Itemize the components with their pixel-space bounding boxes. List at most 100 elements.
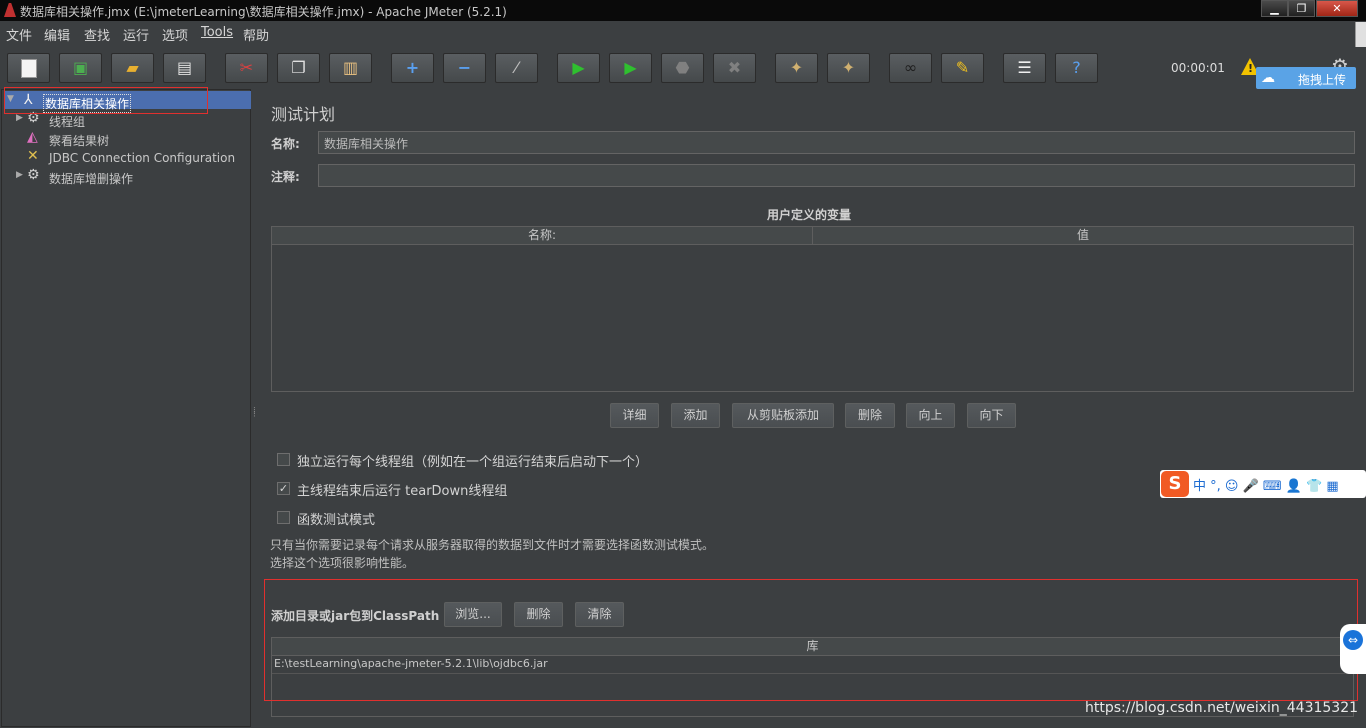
column-header-name[interactable]: 名称: <box>272 227 813 245</box>
start-no-pause-icon: ▶ <box>624 58 637 77</box>
cut-button[interactable]: ✂ <box>225 53 268 83</box>
templates-icon: ▣ <box>72 58 89 77</box>
gear-icon: ⚙ <box>27 167 40 183</box>
save-icon: ▤ <box>176 58 193 77</box>
toolbar: ▣ ▰ ▤ ✂ ❐ ▥ + − ⁄ ▶ ▶ ⬣ ✖ ✦ ✦ ∞ ✎ ☰ ? 00… <box>0 47 1366 89</box>
copy-button[interactable]: ❐ <box>277 53 320 83</box>
toggle-button[interactable]: ⁄ <box>495 53 538 83</box>
copy-icon: ❐ <box>291 58 306 77</box>
run-groups-consecutively-label: 独立运行每个线程组（例如在一个组运行结束后启动下一个） <box>297 455 649 470</box>
expand-button[interactable]: + <box>391 53 434 83</box>
run-groups-consecutively-checkbox[interactable] <box>277 453 290 466</box>
menu-tools[interactable]: Tools <box>201 25 233 40</box>
test-plan-tree: ▼ ⅄ 数据库相关操作 ▶ ⚙ 线程组 ◭ 察看结果树 ✕ JDBC Conne… <box>1 89 251 727</box>
menu-options[interactable]: 选项 <box>162 25 188 44</box>
chevron-right-icon[interactable]: ▶ <box>16 113 23 123</box>
highlight-box <box>4 87 208 114</box>
column-header-value[interactable]: 值 <box>813 227 1353 245</box>
add-button[interactable]: 添加 <box>671 403 720 428</box>
minimize-button[interactable]: ▁ <box>1261 0 1288 17</box>
window-title: 数据库相关操作.jmx (E:\jmeterLearning\数据库相关操作.j… <box>20 5 507 19</box>
tree-node-label: 察看结果树 <box>49 134 110 148</box>
comment-field[interactable] <box>318 164 1355 187</box>
tree-node-label: 数据库增删操作 <box>49 172 134 186</box>
move-down-button[interactable]: 向下 <box>967 403 1016 428</box>
menu-file[interactable]: 文件 <box>6 25 32 44</box>
upload-label: 拖拽上传 <box>1298 73 1347 87</box>
collapse-icon: − <box>457 58 472 77</box>
templates-button[interactable]: ▣ <box>59 53 102 83</box>
tree-node-jdbc-config[interactable]: ✕ JDBC Connection Configuration <box>16 148 236 167</box>
help-icon: ? <box>1072 58 1081 77</box>
toggle-icon: ⁄ <box>515 58 518 77</box>
teamviewer-tab[interactable]: ⇔ <box>1340 624 1366 674</box>
chart-icon: ◭ <box>27 129 38 145</box>
highlight-box <box>264 579 1358 701</box>
function-helper-button[interactable]: ☰ <box>1003 53 1046 83</box>
paste-button[interactable]: ▥ <box>329 53 372 83</box>
collapse-button[interactable]: − <box>443 53 486 83</box>
ime-items[interactable]: 中 °, ☺ 🎤 ⌨ 👤 👕 ▦ <box>1193 475 1339 494</box>
tools-icon: ✕ <box>27 148 39 164</box>
name-label: 名称: <box>271 137 300 151</box>
new-button[interactable] <box>7 53 50 83</box>
menu-help[interactable]: 帮助 <box>243 25 269 44</box>
cloud-icon: ☁ <box>1261 70 1275 86</box>
close-button[interactable]: ✕ <box>1316 0 1358 17</box>
stop-button[interactable]: ⬣ <box>661 53 704 83</box>
chevron-right-icon[interactable]: ▶ <box>16 170 23 180</box>
search-icon: ∞ <box>903 58 918 77</box>
reset-search-button[interactable]: ✎ <box>941 53 984 83</box>
title-bar: 数据库相关操作.jmx (E:\jmeterLearning\数据库相关操作.j… <box>0 0 1366 21</box>
start-icon: ▶ <box>572 58 585 77</box>
clear-button[interactable]: ✦ <box>775 53 818 83</box>
page-title: 测试计划 <box>271 105 336 124</box>
functional-mode-checkbox[interactable] <box>277 511 290 524</box>
clear-all-button[interactable]: ✦ <box>827 53 870 83</box>
tree-node-label: JDBC Connection Configuration <box>49 151 236 165</box>
add-from-clipboard-button[interactable]: 从剪贴板添加 <box>732 403 834 428</box>
tree-node-db-crud[interactable]: ▶ ⚙ 数据库增删操作 <box>16 167 236 186</box>
teamviewer-icon: ⇔ <box>1343 630 1363 650</box>
move-up-button[interactable]: 向上 <box>906 403 955 428</box>
start-no-pause-button[interactable]: ▶ <box>609 53 652 83</box>
watermark: https://blog.csdn.net/weixin_44315321 <box>1085 700 1359 716</box>
shutdown-icon: ✖ <box>727 58 742 77</box>
reset-search-icon: ✎ <box>955 58 970 77</box>
performance-note: 选择这个选项很影响性能。 <box>270 556 415 570</box>
cut-icon: ✂ <box>239 58 254 77</box>
name-field[interactable]: 数据库相关操作 <box>318 131 1355 154</box>
open-icon: ▰ <box>126 58 139 77</box>
functional-mode-note: 只有当你需要记录每个请求从服务器取得的数据到文件时才需要选择函数测试模式。 <box>270 538 715 552</box>
menu-bar: 文件 编辑 查找 运行 选项 Tools 帮助 <box>0 21 1355 45</box>
tree-node-label: 线程组 <box>49 115 86 129</box>
comment-label: 注释: <box>271 170 300 184</box>
help-button[interactable]: ? <box>1055 53 1098 83</box>
maximize-button[interactable]: ❐ <box>1288 0 1315 17</box>
pane-splitter[interactable]: ⁝ ⁝ <box>252 89 260 727</box>
teardown-label: 主线程结束后运行 tearDown线程组 <box>297 484 508 499</box>
shutdown-button[interactable]: ✖ <box>713 53 756 83</box>
open-button[interactable]: ▰ <box>111 53 154 83</box>
user-vars-title: 用户定义的变量 <box>767 208 852 222</box>
user-vars-table[interactable]: 名称: 值 <box>271 226 1354 392</box>
delete-button[interactable]: 删除 <box>845 403 895 428</box>
start-button[interactable]: ▶ <box>557 53 600 83</box>
detail-button[interactable]: 详细 <box>610 403 659 428</box>
ime-toolbar[interactable]: S 中 °, ☺ 🎤 ⌨ 👤 👕 ▦ <box>1160 470 1366 498</box>
tree-node-results-tree[interactable]: ◭ 察看结果树 <box>16 129 236 148</box>
paste-icon: ▥ <box>342 58 359 77</box>
menu-search[interactable]: 查找 <box>84 25 110 44</box>
functional-mode-label: 函数测试模式 <box>297 513 376 528</box>
save-button[interactable]: ▤ <box>163 53 206 83</box>
menu-run[interactable]: 运行 <box>123 25 149 44</box>
expand-icon: + <box>405 58 420 77</box>
menu-edit[interactable]: 编辑 <box>44 25 70 44</box>
new-icon <box>20 58 37 78</box>
jmeter-app-icon <box>4 3 16 17</box>
elapsed-timer: 00:00:01 <box>1171 61 1225 75</box>
teardown-checkbox[interactable]: ✓ <box>277 482 290 495</box>
search-button[interactable]: ∞ <box>889 53 932 83</box>
function-helper-icon: ☰ <box>1017 58 1032 77</box>
drag-upload-button[interactable]: ☁ 拖拽上传 <box>1256 67 1356 89</box>
